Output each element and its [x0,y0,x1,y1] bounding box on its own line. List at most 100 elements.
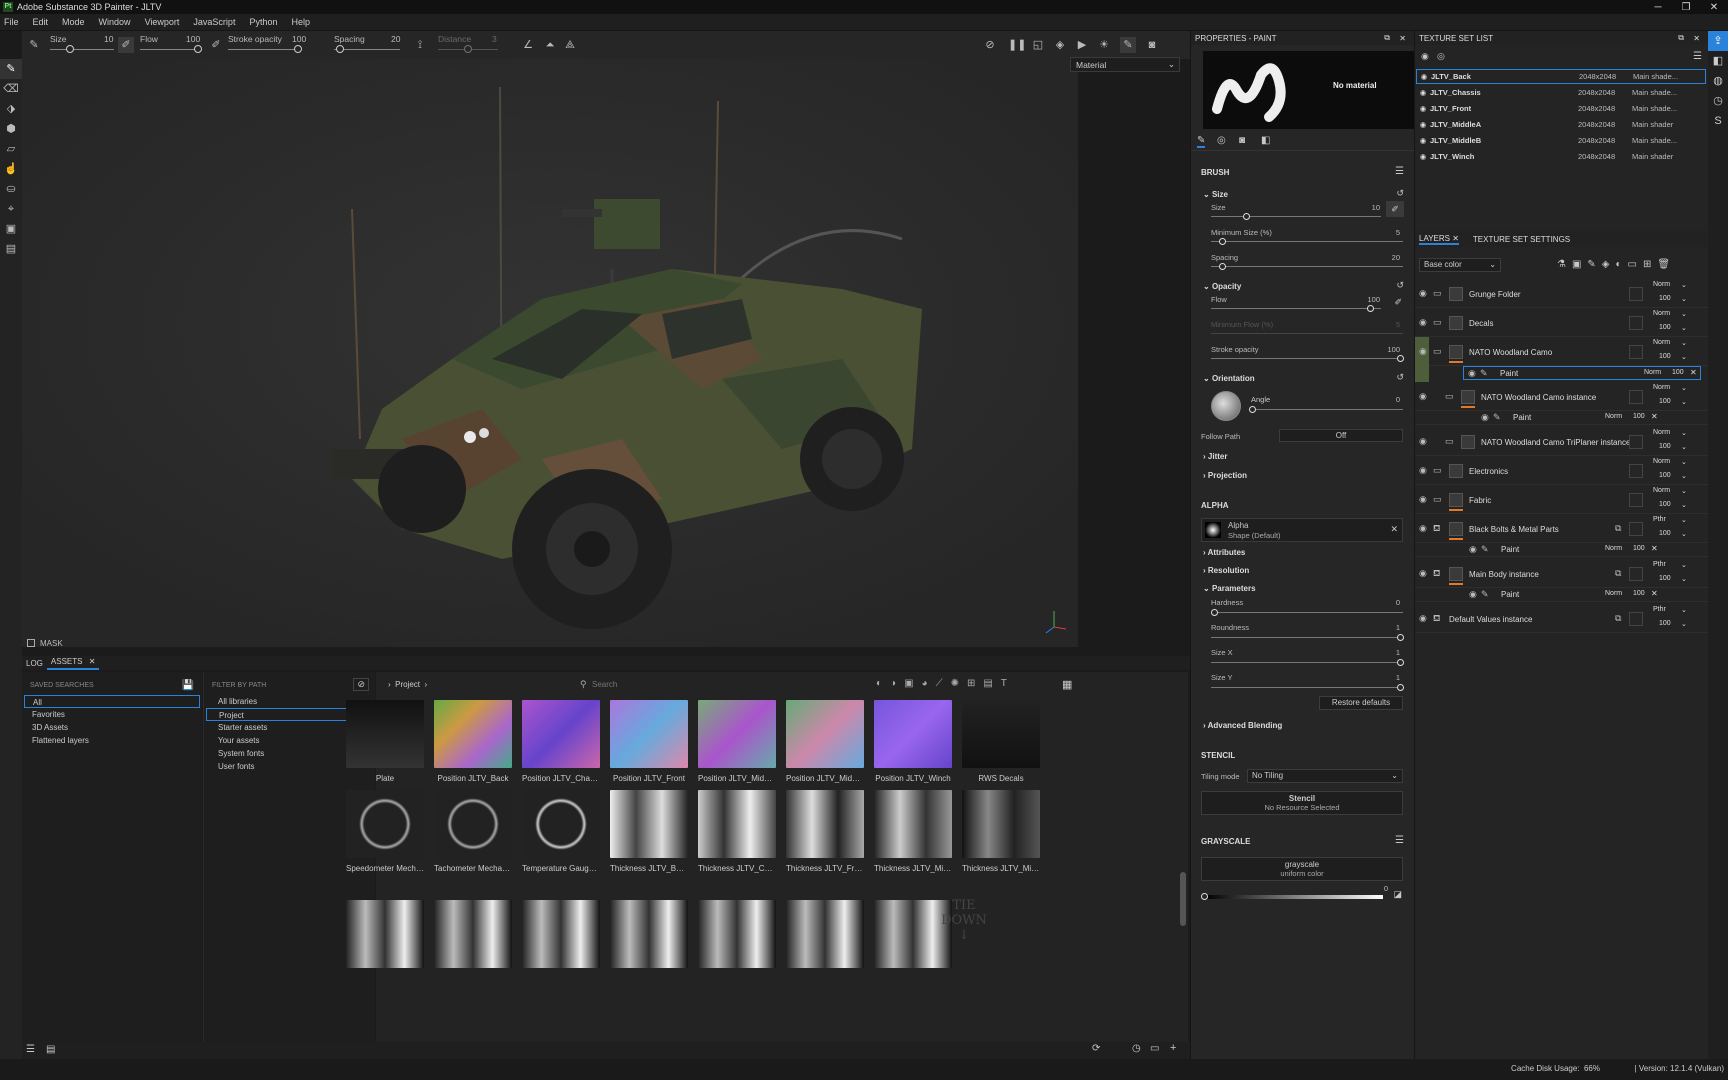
eye-icon[interactable]: ◉ [1416,88,1430,97]
color-picker-icon[interactable]: ◪ [1393,889,1402,900]
eye-icon[interactable]: ◉ [1419,317,1427,328]
layer-blend-mode[interactable]: Norm [1653,384,1670,391]
menu-icon[interactable]: ☰ [1395,835,1404,846]
brush-preset-icon[interactable]: ✎ [26,37,42,53]
eye-icon[interactable]: ◉ [1416,152,1430,161]
export-icon[interactable]: ⇪ [1708,31,1728,51]
display-settings-icon[interactable]: ◍ [1708,71,1728,91]
layer-blend-mode[interactable]: Norm [1653,310,1670,317]
3d-viewport[interactable] [22,59,1078,647]
eye-icon[interactable]: ◉ [1417,72,1431,81]
toolbar-stroke-knob[interactable] [294,45,302,53]
angle-dial[interactable] [1211,391,1241,421]
sizex-slider[interactable] [1211,662,1403,663]
maximize-icon[interactable]: ❐ [1672,2,1700,13]
asset-item[interactable]: RWS Decals [962,700,1040,783]
grid-view-icon[interactable]: ▦ [1062,678,1072,691]
eye-icon[interactable]: ◉ [1481,412,1489,423]
angle-knob[interactable] [1249,406,1256,413]
layer-blend-mode[interactable]: Norm [1653,339,1670,346]
eye-icon[interactable]: ◉ [1419,494,1427,505]
eraser-tool-icon[interactable]: ⌫ [0,79,22,99]
menu-mode[interactable]: Mode [62,17,85,27]
toolbar-size-knob[interactable] [66,45,74,53]
texture-set-row[interactable]: ◉ JLTV_Chassis 2048x2048 Main shade... [1416,85,1706,100]
hide-filter-icon[interactable]: ⊘ [353,678,369,691]
material-tab-icon[interactable]: ◎ [1217,135,1226,146]
layer-blend-mode[interactable]: Norm [1653,281,1670,288]
hardness-slider[interactable] [1211,612,1403,613]
geometry-fill-tool-icon[interactable]: ⬢ [0,119,22,139]
menu-icon[interactable]: ☰ [1693,51,1702,62]
pause-icon[interactable]: ❚❚ [1008,37,1026,53]
toolbar-size-track[interactable] [50,49,114,50]
instance-icon[interactable]: ⧉ [1615,613,1621,624]
parameters-section[interactable]: ⌄ Parameters [1203,584,1256,593]
flow-pressure-icon[interactable]: ✐ [208,37,224,53]
camera-video-icon[interactable]: ▶ [1074,37,1090,53]
picker-tool-icon[interactable]: ⌖ [0,199,22,219]
toolbar-spacing-knob[interactable] [336,45,344,53]
layer-mask-slot[interactable] [1629,434,1643,449]
breadcrumb-project[interactable]: Project [395,680,420,689]
tiedown-thumbnail[interactable]: TIE DOWN ↓ [928,898,1000,943]
alpha-resource[interactable]: Alpha Shape (Default) ✕ [1201,518,1403,542]
menu-viewport[interactable]: Viewport [145,17,180,27]
layer-opacity[interactable]: 100 [1672,369,1684,376]
projection-section[interactable]: › Projection [1203,471,1247,480]
hardness-knob[interactable] [1211,609,1218,616]
tab-log[interactable]: LOG [22,657,47,670]
layer-row[interactable]: ◉ ⛾ Black Bolts & Metal Parts ⧉ Pthr ⌄ 100 ⌄ [1415,514,1709,543]
close-icon[interactable]: ✕ [1693,34,1700,43]
layer-opacity[interactable]: 100 [1659,530,1671,537]
layer-mask-slot[interactable] [1629,566,1643,581]
asset-type-filters[interactable]: ◐◑▣◕⟋✺⊞▤T [876,678,1015,689]
shelf-icon[interactable]: ◧ [1708,51,1728,71]
folder-icon[interactable]: ▭ [1150,1043,1159,1054]
layer-opacity[interactable]: 100 [1633,413,1645,420]
layer-opacity[interactable]: 100 [1633,545,1645,552]
close-icon[interactable]: ✕ [1651,589,1658,598]
grayscale-knob[interactable] [1201,893,1208,900]
layer-toolbar-icons[interactable]: ⚗▣✎◈◐▭⊞🗑 [1557,259,1676,270]
eye-icon[interactable]: ◉ [1416,120,1430,129]
toolbar-size[interactable]: Size 10 [50,31,120,59]
close-icon[interactable]: ✕ [1690,368,1697,377]
asset-search-input[interactable] [592,677,892,691]
menu-help[interactable]: Help [291,17,310,27]
toolbar-flow-track[interactable] [140,49,198,50]
stencil-tab-icon[interactable]: ◧ [1261,135,1270,146]
alpha-tab-icon[interactable]: ◙ [1239,135,1245,146]
asset-item[interactable] [698,900,776,968]
min-flow-slider[interactable] [1211,333,1403,334]
layer-row[interactable]: ◉ ▭ Electronics Norm ⌄ 100 ⌄ [1415,456,1709,485]
mask-checkbox[interactable] [27,639,35,647]
sizex-knob[interactable] [1397,659,1404,666]
flow-knob[interactable] [1367,305,1374,312]
size-slider[interactable] [1211,216,1381,217]
close-icon[interactable]: ✕ [1651,544,1658,553]
texture-set-row[interactable]: ◉ JLTV_Back 2048x2048 Main shade... [1416,69,1706,84]
instance-icon[interactable]: ⧉ [1615,523,1621,534]
history-icon[interactable]: ◷ [1708,91,1728,111]
paint-brush-icon[interactable]: ✎ [1120,37,1136,53]
toolbar-spacing[interactable]: Spacing 20 [334,31,404,59]
clone-tool-icon[interactable]: ⛀ [0,179,22,199]
flow-slider[interactable] [1211,308,1381,309]
add-icon[interactable]: + [1170,1042,1176,1054]
layer-row[interactable]: ◉ ▭ Decals Norm ⌄ 100 ⌄ [1415,308,1709,337]
eye-icon[interactable]: ◉ [1416,104,1430,113]
roundness-slider[interactable] [1211,637,1403,638]
asset-item[interactable]: Thickness JLTV_Mid... [962,790,1040,873]
text-tool-icon[interactable]: ▤ [0,239,22,259]
eye-icon[interactable]: ◉ [1419,568,1427,579]
eye-icon[interactable]: ◉ [1419,436,1427,447]
asset-item[interactable] [786,900,864,968]
symmetry-angle-icon[interactable]: ∠ [520,37,536,53]
menu-window[interactable]: Window [99,17,131,27]
menu-edit[interactable]: Edit [33,17,49,27]
substance-icon[interactable]: S [1708,111,1728,131]
asset-item[interactable]: Thickness JLTV_Front [786,790,864,873]
eye-icon[interactable]: ◉ [1416,136,1430,145]
texture-set-row[interactable]: ◉ JLTV_MiddleA 2048x2048 Main shader [1416,117,1706,132]
